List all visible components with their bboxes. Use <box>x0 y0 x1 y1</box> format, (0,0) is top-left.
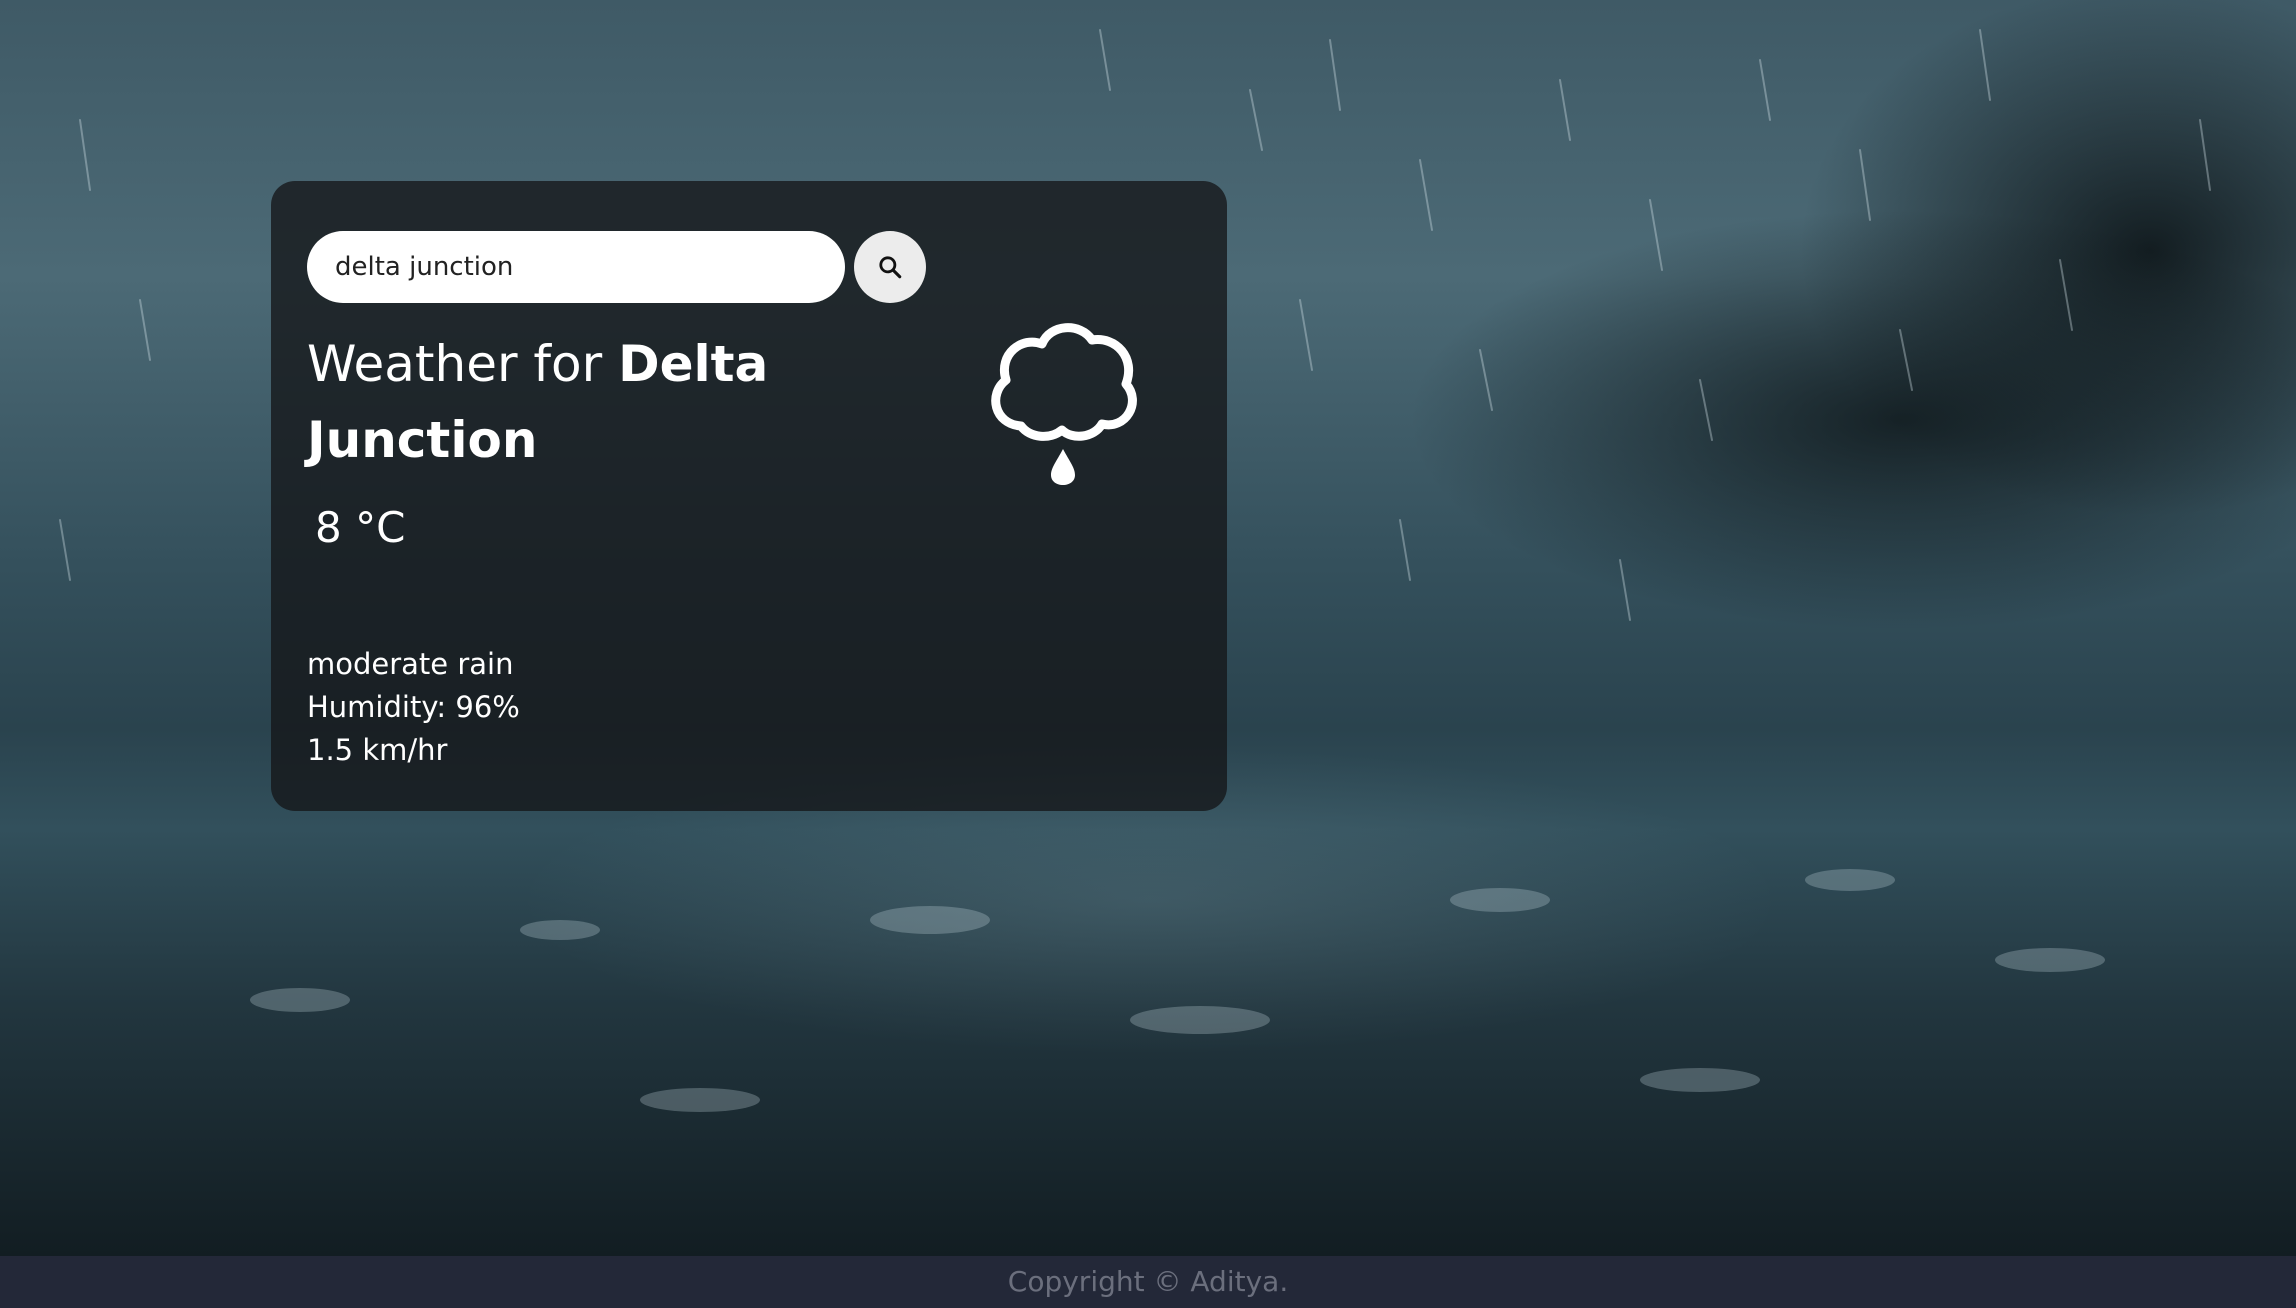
search-input[interactable] <box>307 231 845 303</box>
copyright-text: Copyright © Aditya. <box>1007 1265 1289 1298</box>
weather-description: moderate rain <box>307 647 514 681</box>
weather-title: Weather for Delta Junction <box>307 326 907 478</box>
footer: Copyright © Aditya. <box>0 1256 2296 1308</box>
weather-card: Weather for Delta Junction 8 °C moderate… <box>271 181 1227 811</box>
search-bar <box>307 231 926 303</box>
rain-cloud-icon <box>976 306 1146 510</box>
search-button[interactable] <box>854 231 926 303</box>
search-icon <box>879 256 902 279</box>
weather-details: moderate rain Humidity: 96% 1.5 km/hr <box>307 643 520 772</box>
temperature: 8 °C <box>315 503 406 552</box>
wind-speed: 1.5 km/hr <box>307 733 448 767</box>
humidity: Humidity: 96% <box>307 690 520 724</box>
title-prefix: Weather for <box>307 335 603 393</box>
